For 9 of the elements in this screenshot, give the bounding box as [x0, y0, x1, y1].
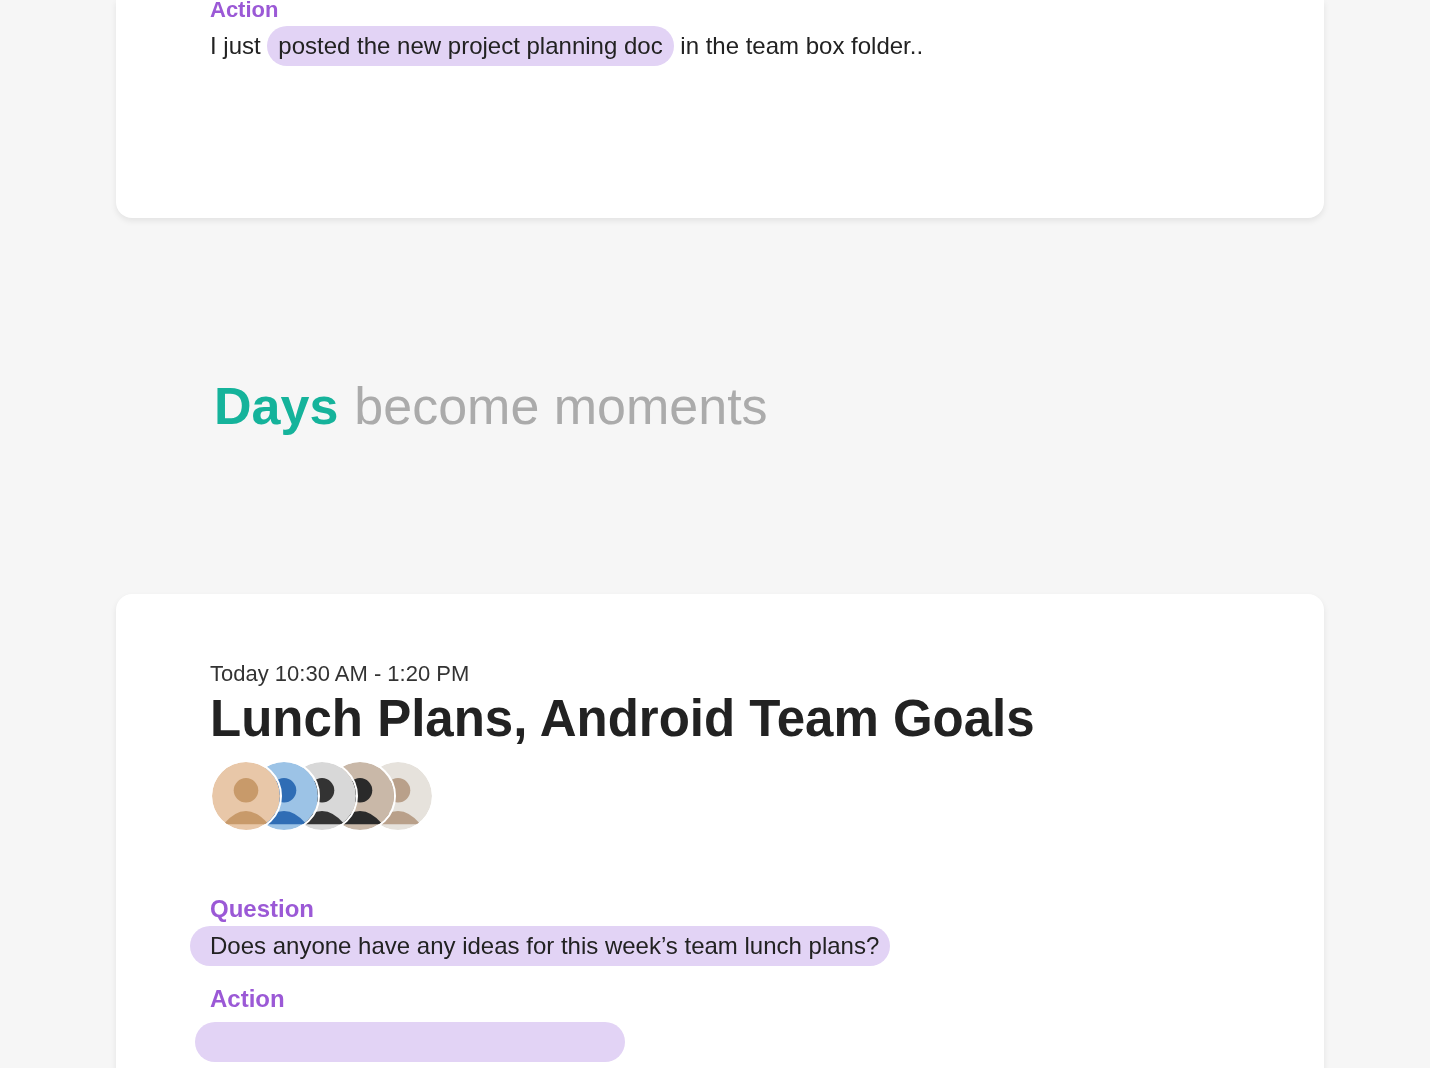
message-label: Question: [210, 894, 314, 924]
event-title: Lunch Plans, Android Team Goals: [210, 689, 1036, 749]
message-text: Does anyone have any ideas for this week’s team lunch plans?: [190, 926, 891, 966]
headline-accent: Days: [214, 376, 339, 437]
headline-text: become moments: [354, 376, 768, 437]
message-label: Action: [210, 0, 279, 20]
message-label: Action: [210, 984, 285, 1014]
message-text: I just posted the new project planning doc in the team box folder..: [210, 26, 1230, 66]
event-time: Today 10:30 AM - 1:20 PM: [210, 660, 471, 688]
